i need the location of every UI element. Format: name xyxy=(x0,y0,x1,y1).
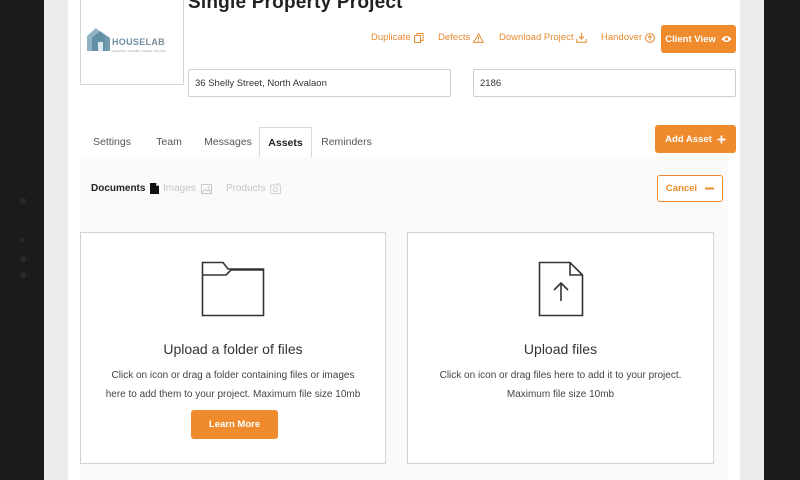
device-bezel-left xyxy=(0,0,44,480)
postcode-value: 2186 xyxy=(480,77,502,89)
download-project-link[interactable]: Download Project xyxy=(499,32,588,43)
file-upload-icon[interactable] xyxy=(538,261,584,317)
defects-link[interactable]: Defects xyxy=(438,32,485,43)
download-label: Download Project xyxy=(499,32,574,43)
folder-icon[interactable] xyxy=(201,261,265,317)
cancel-button[interactable]: Cancel xyxy=(657,175,723,202)
upload-folder-dropzone[interactable]: Upload a folder of files Click on icon o… xyxy=(80,232,386,464)
project-tabs: Settings Team Messages Assets Reminders xyxy=(80,127,728,158)
upload-files-desc-line: Maximum file size 10mb xyxy=(506,389,615,400)
eye-icon xyxy=(721,36,732,42)
bezel-sensor xyxy=(20,272,26,278)
bezel-sensor xyxy=(20,256,26,262)
copy-icon xyxy=(413,32,424,43)
handover-link[interactable]: Handover xyxy=(601,32,656,43)
image-icon xyxy=(200,183,212,194)
upload-folder-title: Upload a folder of files xyxy=(163,341,303,357)
assets-panel: Documents Images Products Cancel Upload … xyxy=(80,157,728,480)
warning-icon xyxy=(473,32,485,43)
address-value: 36 Shelly Street, North Avalaon xyxy=(195,77,327,89)
upload-files-dropzone[interactable]: Upload files Click on icon or drag files… xyxy=(407,232,714,464)
client-view-label: Client View xyxy=(665,33,716,45)
postcode-field[interactable]: 2186 xyxy=(473,69,736,97)
upload-files-description: Click on icon or drag files here to add … xyxy=(408,366,713,404)
device-bezel-right xyxy=(764,0,800,480)
project-card: HOUSELAB AMAZING HOMES | MADE DIGITAL Si… xyxy=(68,0,740,480)
asset-type-products[interactable]: Products xyxy=(226,183,282,194)
upload-files-desc-line: Click on icon or drag files here to add … xyxy=(439,370,682,381)
tab-assets[interactable]: Assets xyxy=(259,127,312,158)
page-title: Single Property Project xyxy=(188,0,403,13)
handover-label: Handover xyxy=(601,32,643,43)
minus-icon xyxy=(705,187,715,190)
documents-label: Documents xyxy=(91,183,146,194)
product-icon xyxy=(270,183,282,194)
cancel-label: Cancel xyxy=(665,183,698,194)
asset-type-images[interactable]: Images xyxy=(163,183,212,194)
upload-folder-desc-line: here to add them to your project. Maximu… xyxy=(105,389,361,400)
download-icon xyxy=(576,32,588,43)
learn-more-button[interactable]: Learn More xyxy=(191,410,278,439)
bezel-sensor xyxy=(20,198,26,204)
tab-messages[interactable]: Messages xyxy=(199,127,257,157)
screen: HOUSELAB AMAZING HOMES | MADE DIGITAL Si… xyxy=(44,0,764,480)
upload-folder-description: Click on icon or drag a folder containin… xyxy=(81,366,385,404)
document-icon xyxy=(150,183,160,194)
project-actions: Duplicate Defects Download Project Hando… xyxy=(68,25,740,53)
products-label: Products xyxy=(226,183,266,194)
bezel-sensor xyxy=(21,238,25,242)
upload-files-title: Upload files xyxy=(523,341,598,357)
upload-folder-desc-line: Click on icon or drag a folder containin… xyxy=(111,370,355,381)
address-field[interactable]: 36 Shelly Street, North Avalaon xyxy=(188,69,451,97)
duplicate-label: Duplicate xyxy=(371,32,411,43)
tab-settings[interactable]: Settings xyxy=(86,127,138,157)
duplicate-link[interactable]: Duplicate xyxy=(371,32,424,43)
arrow-circle-icon xyxy=(645,32,656,43)
tab-reminders[interactable]: Reminders xyxy=(314,127,379,157)
client-view-button[interactable]: Client View xyxy=(661,25,736,53)
asset-type-documents[interactable]: Documents xyxy=(91,183,160,194)
tab-team[interactable]: Team xyxy=(150,127,188,157)
images-label: Images xyxy=(163,183,196,194)
defects-label: Defects xyxy=(438,32,471,43)
